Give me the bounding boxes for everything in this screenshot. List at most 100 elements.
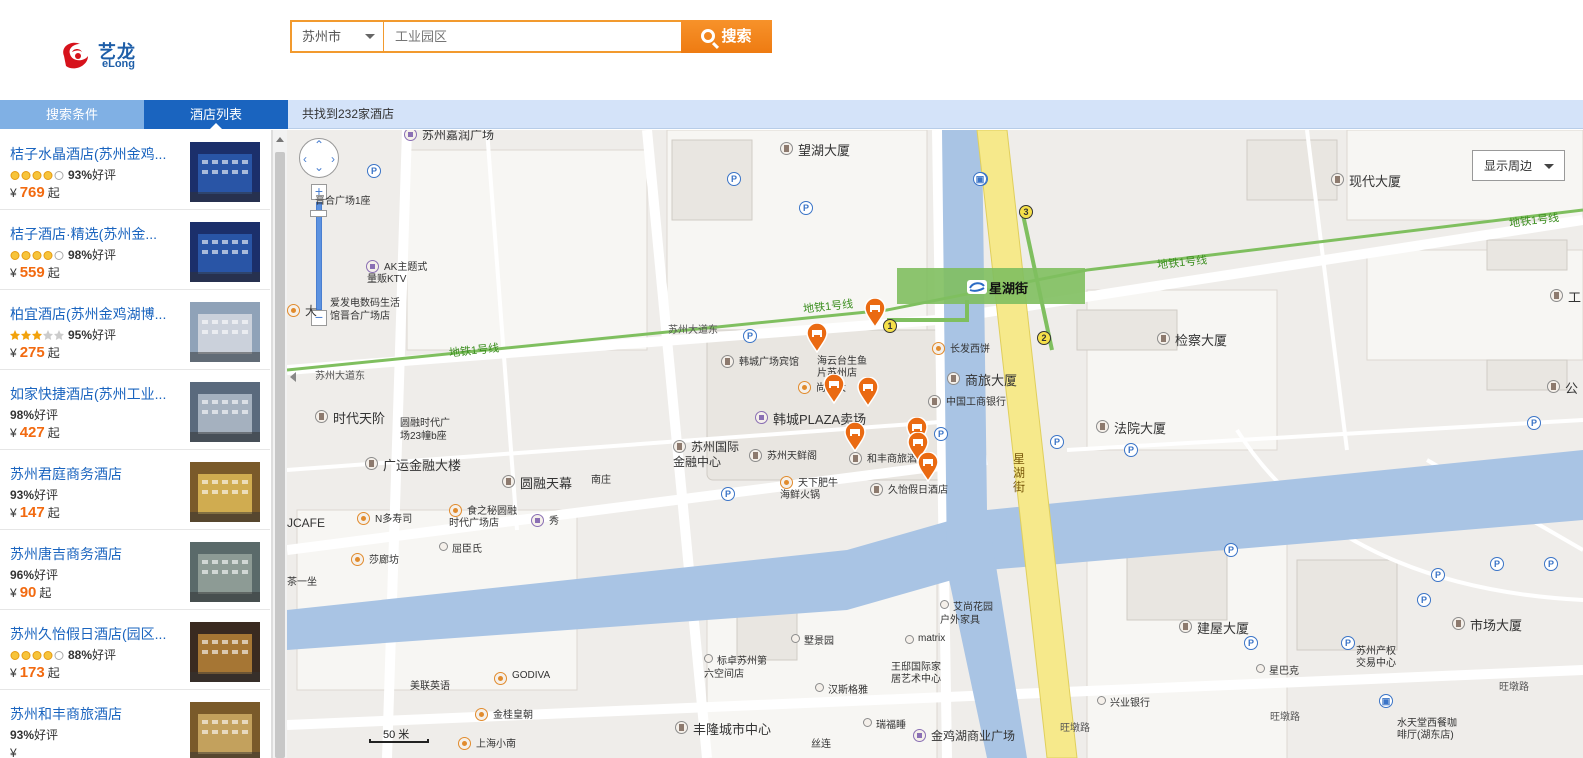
building-icon[interactable] (870, 483, 883, 496)
map-poi-label[interactable]: 汉斯格雅 (828, 681, 868, 696)
map-poi-label[interactable]: 苏州大道东 (315, 367, 365, 382)
map-poi-label[interactable]: 交易中心 (1356, 654, 1396, 669)
map-poi-label[interactable]: 现代大厦 (1349, 171, 1401, 190)
map-poi-label[interactable]: 金桂皇朝 (493, 706, 533, 721)
building-icon[interactable] (928, 395, 941, 408)
map-pan-control[interactable]: ‹› (299, 138, 339, 178)
hotel-list-item[interactable]: 苏州君庭商务酒店 93%好评 ¥147 起 (0, 450, 270, 530)
parking-icon[interactable]: P (1224, 543, 1238, 557)
map-poi-label[interactable]: 秀 (549, 512, 559, 527)
hotel-thumbnail[interactable] (190, 382, 260, 442)
map-poi-label[interactable]: 户外家具 (940, 611, 980, 626)
map-poi-label[interactable]: 工 (1568, 287, 1581, 306)
restaurant-icon[interactable] (798, 381, 811, 394)
map-poi-label[interactable]: 瑞福睡 (876, 716, 906, 731)
hotel-list-item[interactable]: 如家快捷酒店(苏州工业... 98%好评 ¥427 起 (0, 370, 270, 450)
station-label[interactable]: 星湖街 (989, 278, 1028, 297)
parking-icon[interactable]: P (1431, 568, 1445, 582)
hotel-name[interactable]: 苏州久怡假日酒店(园区... (10, 624, 180, 644)
pan-left-icon[interactable]: ‹ (303, 152, 307, 166)
building-icon[interactable] (315, 410, 328, 423)
shopping-icon[interactable] (531, 514, 544, 527)
map-poi-label[interactable]: 市场大厦 (1470, 615, 1522, 634)
hotel-list-item[interactable]: 桔子水晶酒店(苏州金鸡... 93%好评 ¥769 起 (0, 130, 270, 210)
map-poi-label[interactable]: 莎廊坊 (369, 551, 399, 566)
scroll-up-icon[interactable] (276, 137, 284, 142)
restaurant-icon[interactable] (458, 737, 471, 750)
metro-station-icon[interactable] (967, 280, 987, 294)
parking-icon[interactable]: P (799, 201, 813, 215)
building-icon[interactable] (721, 355, 734, 368)
hotel-list-item[interactable]: 苏州和丰商旅酒店 93%好评 ¥ (0, 690, 270, 758)
map-poi-label[interactable]: 星巴克 (1269, 662, 1299, 677)
hotel-map-pin-icon[interactable] (806, 323, 828, 353)
map-poi-label[interactable]: 量贩KTV (367, 270, 406, 285)
poi-dot-icon[interactable] (704, 654, 713, 663)
restaurant-icon[interactable] (494, 672, 507, 685)
building-icon[interactable] (749, 449, 762, 462)
map-poi-label[interactable]: 居艺术中心 (891, 670, 941, 685)
hotel-name[interactable]: 苏州君庭商务酒店 (10, 464, 180, 484)
map-poi-label[interactable]: 旺墩路 (1270, 708, 1300, 723)
hotel-list-item[interactable]: 苏州唐吉商务酒店 96%好评 ¥90 起 (0, 530, 270, 610)
restaurant-icon[interactable] (357, 512, 370, 525)
building-icon[interactable] (675, 721, 688, 734)
map-poi-label[interactable]: 金融中心 (673, 453, 721, 470)
keyword-input[interactable] (385, 22, 681, 51)
hotel-thumbnail[interactable] (190, 142, 260, 202)
show-nearby-dropdown[interactable]: 显示周边 (1472, 150, 1565, 181)
map-poi-label[interactable]: 墅景园 (804, 632, 834, 647)
map-poi-label[interactable]: 时代天阶 (333, 408, 385, 427)
scrollbar-thumb[interactable] (275, 152, 285, 758)
parking-icon[interactable]: P (1544, 557, 1558, 571)
map-poi-label[interactable]: 晋合广场1座 (315, 192, 371, 207)
hotel-map-pin-icon[interactable] (864, 298, 886, 328)
parking-icon[interactable]: P (1527, 416, 1541, 430)
building-icon[interactable] (1331, 173, 1344, 186)
map-poi-label[interactable]: 苏州天鲜阁 (767, 447, 817, 462)
metro-exit-icon[interactable]: 3 (1019, 205, 1033, 219)
hotel-list-item[interactable]: 柏宜酒店(苏州金鸡湖博... 95%好评 ¥275 起 (0, 290, 270, 370)
building-icon[interactable] (365, 457, 378, 470)
parking-icon[interactable]: P (934, 427, 948, 441)
restaurant-icon[interactable] (351, 553, 364, 566)
map-poi-label[interactable]: 六空间店 (704, 665, 744, 680)
map-poi-label[interactable]: 屈臣氏 (452, 540, 482, 555)
map-poi-label[interactable]: 韩城广场宾馆 (739, 353, 799, 368)
map-poi-label[interactable]: 苏州嘉润广场 (422, 130, 494, 143)
shopping-icon[interactable] (755, 411, 768, 424)
map-poi-label[interactable]: 旺墩路 (1499, 678, 1529, 693)
metro-exit-icon[interactable]: 2 (1037, 331, 1051, 345)
parking-icon[interactable]: P (1417, 593, 1431, 607)
poi-dot-icon[interactable] (439, 542, 448, 551)
parking-icon[interactable]: P (1244, 636, 1258, 650)
map-poi-label[interactable]: 丰隆城市中心 (693, 719, 771, 738)
hotel-thumbnail[interactable] (190, 462, 260, 522)
building-icon[interactable] (673, 440, 686, 453)
hotel-name[interactable]: 柏宜酒店(苏州金鸡湖博... (10, 304, 180, 324)
hotel-list-scrollbar[interactable] (272, 130, 287, 758)
restaurant-icon[interactable] (475, 708, 488, 721)
map-poi-label[interactable]: 久怡假日酒店 (888, 481, 948, 496)
poi-dot-icon[interactable] (905, 635, 914, 644)
parking-icon[interactable]: P (727, 172, 741, 186)
map-poi-label[interactable]: 法院大厦 (1114, 418, 1166, 437)
parking-icon[interactable]: P (1124, 443, 1138, 457)
map-poi-label[interactable]: 广运金融大楼 (383, 455, 461, 474)
hotel-name[interactable]: 桔子水晶酒店(苏州金鸡... (10, 144, 180, 164)
building-icon[interactable] (947, 372, 960, 385)
hotel-thumbnail[interactable] (190, 622, 260, 682)
poi-dot-icon[interactable] (1097, 696, 1106, 705)
map-poi-label[interactable]: 南庄 (591, 471, 611, 486)
map-poi-label[interactable]: matrix (918, 633, 945, 644)
map-poi-label[interactable]: 兴业银行 (1110, 694, 1150, 709)
building-icon[interactable] (849, 452, 862, 465)
map-poi-label[interactable]: 茶一坐 (287, 573, 317, 588)
restaurant-icon[interactable] (932, 342, 945, 355)
map-poi-label[interactable]: 金鸡湖商业广场 (931, 727, 1015, 744)
poi-dot-icon[interactable] (940, 600, 949, 609)
map-poi-label[interactable]: 丝连 (811, 735, 831, 750)
poi-dot-icon[interactable] (815, 683, 824, 692)
building-icon[interactable] (1550, 289, 1563, 302)
map-poi-label[interactable]: 中国工商银行 (946, 393, 1006, 408)
